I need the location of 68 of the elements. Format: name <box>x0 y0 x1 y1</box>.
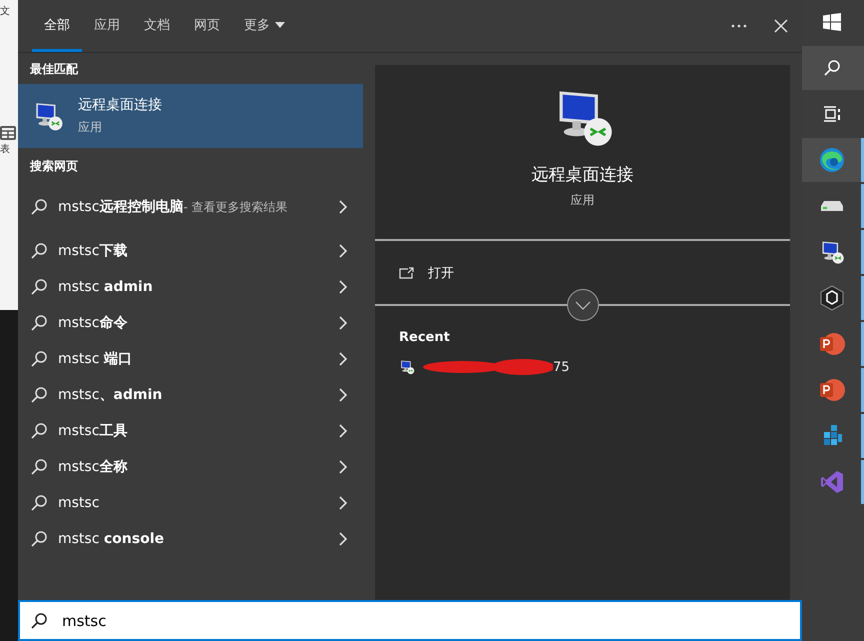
close-icon <box>774 19 788 33</box>
task-view-icon <box>822 106 840 122</box>
search-input[interactable]: mstsc <box>60 610 800 630</box>
windows-logo-icon <box>822 13 840 31</box>
app-title: 远程桌面连接 <box>532 164 634 186</box>
section-heading: 搜索网页 <box>28 158 79 175</box>
search-suggestion[interactable]: mstsc console <box>58 530 164 548</box>
chevron-right-icon <box>339 460 347 474</box>
chevron-right-icon <box>339 200 347 214</box>
search-icon <box>30 350 48 368</box>
more-icon <box>731 24 747 28</box>
browser-icon <box>818 147 844 173</box>
app-type: 应用 <box>78 119 103 136</box>
background-text: 表 <box>0 142 10 156</box>
chevron-right-icon <box>339 496 347 510</box>
tab[interactable]: 全部 <box>32 0 82 52</box>
tab[interactable]: 应用 <box>82 0 132 52</box>
chevron-right-icon <box>339 316 347 330</box>
app-title: 远程桌面连接 <box>78 96 162 114</box>
best-match-item[interactable]: 远程桌面连接 应用 <box>18 84 363 148</box>
search-icon <box>30 314 48 332</box>
suggestion-hint: - 查看更多搜索结果 <box>183 198 288 216</box>
search-icon <box>30 242 48 260</box>
search-suggestion[interactable]: mstsc工具 <box>58 422 128 440</box>
table-icon <box>0 126 16 140</box>
search-suggestion[interactable]: mstsc、admin <box>58 386 162 404</box>
search-icon <box>30 278 48 296</box>
chevron-right-icon <box>339 424 347 438</box>
search-icon <box>30 458 48 476</box>
search-icon <box>30 198 48 216</box>
app-type: 应用 <box>570 192 594 209</box>
remote-desktop-icon <box>399 359 415 375</box>
drive-icon <box>820 200 844 212</box>
section-heading: 最佳匹配 <box>29 61 79 78</box>
chevron-down-icon <box>574 300 590 310</box>
chevron-right-icon <box>339 388 347 402</box>
search-suggestion[interactable]: mstsc 端口 <box>58 350 132 368</box>
chevron-right-icon <box>339 280 347 294</box>
expand-button[interactable] <box>566 289 598 321</box>
recent-heading: Recent <box>398 329 451 345</box>
chevron-right-icon <box>339 532 347 546</box>
chevron-right-icon <box>339 244 347 258</box>
search-icon <box>822 59 840 77</box>
taskbar-button[interactable] <box>802 46 864 90</box>
search-suggestion[interactable]: mstsc全称 <box>58 458 128 476</box>
search-suggestion[interactable]: mstsc命令 <box>58 314 128 332</box>
open-action[interactable]: 打开 <box>428 264 454 282</box>
open-icon <box>399 266 414 278</box>
tab[interactable]: 网页 <box>182 0 232 52</box>
search-suggestion[interactable]: mstsc远程控制电脑 <box>58 198 184 216</box>
presentation-app-icon <box>818 332 844 356</box>
search-icon <box>30 494 48 512</box>
background-text: 文 <box>0 4 10 18</box>
search-icon <box>30 386 48 404</box>
search-icon <box>30 530 48 548</box>
search-suggestion[interactable]: mstsc下载 <box>58 242 128 260</box>
tab[interactable]: 更多 <box>232 0 297 52</box>
search-suggestion[interactable]: mstsc <box>58 494 100 512</box>
ide-icon <box>820 470 844 494</box>
search-field[interactable]: mstsc <box>18 600 802 641</box>
cube-icon <box>820 285 844 311</box>
search-suggestion[interactable]: mstsc admin <box>58 278 153 296</box>
chevron-right-icon <box>339 352 347 366</box>
recent-item-end[interactable]: 75 <box>553 360 570 374</box>
tab[interactable]: 文档 <box>132 0 182 52</box>
search-icon <box>30 612 48 630</box>
search-icon <box>30 422 48 440</box>
presentation-app-icon <box>818 378 844 402</box>
